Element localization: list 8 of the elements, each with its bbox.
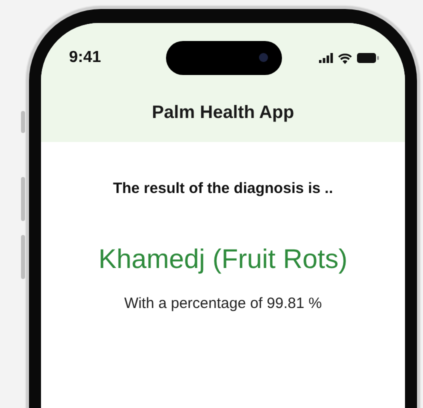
status-time: 9:41: [69, 49, 102, 67]
percentage-text: With a percentage of 99.81 %: [124, 295, 322, 312]
app-title: Palm Health App: [152, 102, 294, 123]
diagnosis-name: Khamedj (Fruit Rots): [98, 244, 348, 275]
result-intro: The result of the diagnosis is ..: [112, 180, 334, 197]
signal-icon: [319, 53, 333, 63]
battery-icon: [357, 53, 379, 63]
wifi-icon: [338, 52, 352, 64]
